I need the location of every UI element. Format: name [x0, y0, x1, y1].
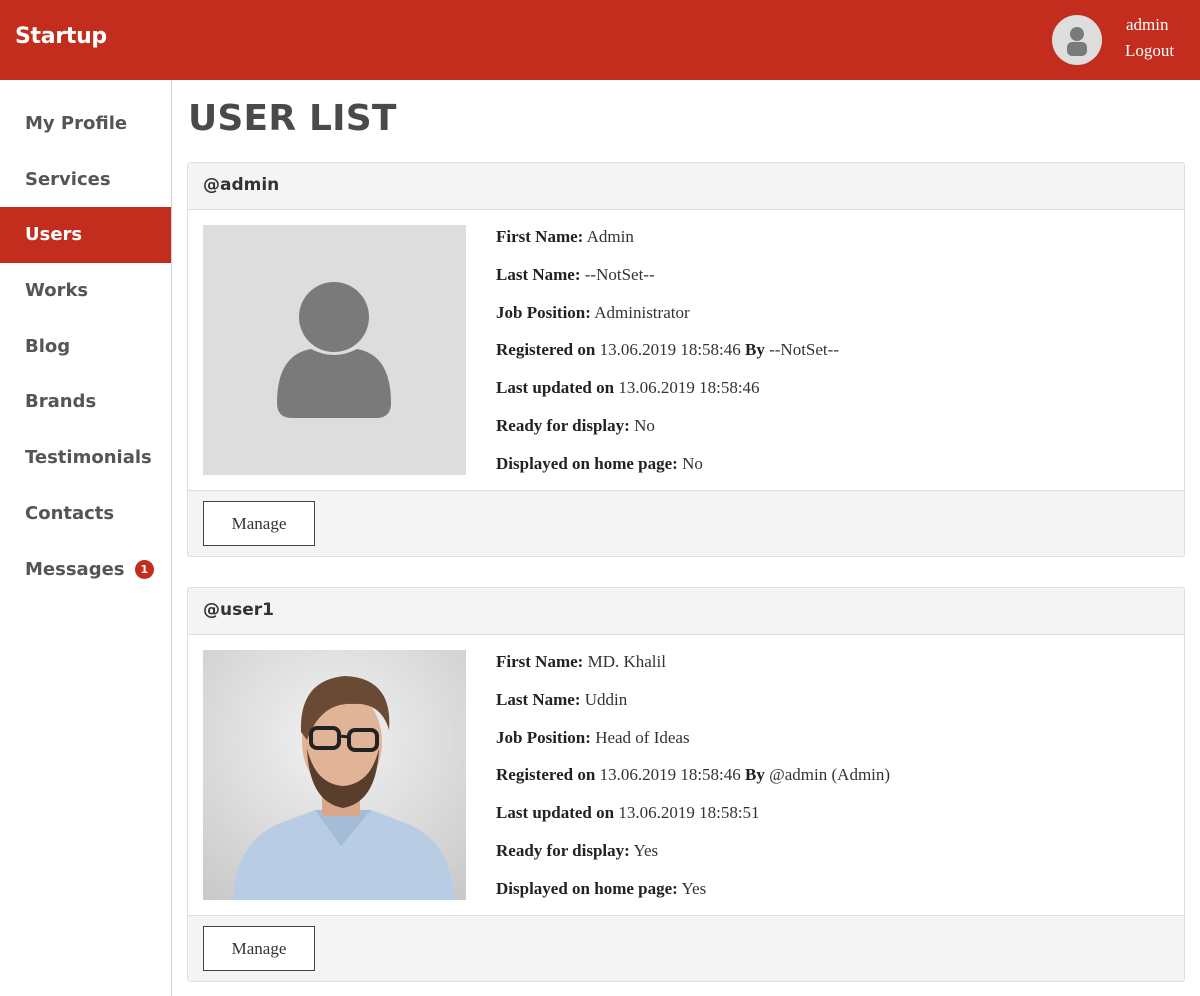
user-card: @user1 First Name: MD. Khalil Last Name:…	[187, 587, 1185, 982]
home-page-display-row: Displayed on home page: No	[496, 453, 703, 473]
sidebar-nav: My Profile Services Users Works Blog Bra…	[0, 80, 172, 996]
brand-logo[interactable]: Startup	[15, 24, 107, 49]
user-portrait-image	[203, 650, 466, 900]
sidebar-item-brands[interactable]: Brands	[0, 374, 171, 430]
manage-button[interactable]: Manage	[203, 501, 315, 546]
sidebar-item-contacts[interactable]: Contacts	[0, 486, 171, 542]
sidebar-item-testimonials[interactable]: Testimonials	[0, 430, 171, 486]
sidebar-item-my-profile[interactable]: My Profile	[0, 96, 171, 152]
last-updated-row: Last updated on 13.06.2019 18:58:46	[496, 378, 760, 398]
registered-row: Registered on 13.06.2019 18:58:46 By @ad…	[496, 765, 891, 785]
last-name-row: Last Name: Uddin	[496, 689, 628, 709]
unread-count-badge: 1	[134, 560, 154, 579]
user-details: First Name: Admin Last Name: --NotSet-- …	[496, 225, 1156, 490]
ready-for-display-row: Ready for display: No	[496, 415, 655, 435]
logout-link[interactable]: Logout	[1125, 41, 1174, 61]
username: @admin	[203, 175, 280, 195]
user-card-header: @admin	[188, 163, 1184, 210]
user-avatar-icon[interactable]	[1052, 15, 1102, 65]
job-position-row: Job Position: Administrator	[496, 302, 690, 322]
first-name-row: First Name: Admin	[496, 227, 634, 246]
sidebar-item-messages[interactable]: Messages 1	[0, 542, 171, 598]
page-title: USER LIST	[188, 98, 397, 139]
sidebar-item-users[interactable]: Users	[0, 207, 171, 263]
user-card-header: @user1	[188, 588, 1184, 635]
user-card-footer: Manage	[188, 915, 1184, 981]
ready-for-display-row: Ready for display: Yes	[496, 840, 659, 860]
top-bar: Startup admin Logout	[0, 0, 1200, 80]
default-avatar-image	[203, 225, 466, 475]
sidebar-item-services[interactable]: Services	[0, 152, 171, 208]
manage-button[interactable]: Manage	[203, 926, 315, 971]
sidebar-item-blog[interactable]: Blog	[0, 319, 171, 375]
registered-row: Registered on 13.06.2019 18:58:46 By --N…	[496, 340, 839, 360]
sidebar-item-label: Messages	[25, 559, 125, 580]
sidebar-item-works[interactable]: Works	[0, 263, 171, 319]
user-card-footer: Manage	[188, 490, 1184, 556]
job-position-row: Job Position: Head of Ideas	[496, 727, 690, 747]
user-details: First Name: MD. Khalil Last Name: Uddin …	[496, 650, 1156, 915]
last-updated-row: Last updated on 13.06.2019 18:58:51	[496, 803, 760, 823]
current-user-name: admin	[1126, 15, 1169, 34]
last-name-row: Last Name: --NotSet--	[496, 264, 655, 284]
first-name-row: First Name: MD. Khalil	[496, 652, 666, 671]
username: @user1	[203, 600, 274, 620]
user-card: @admin First Name: Admin Last Name: --No…	[187, 162, 1185, 557]
home-page-display-row: Displayed on home page: Yes	[496, 878, 707, 898]
